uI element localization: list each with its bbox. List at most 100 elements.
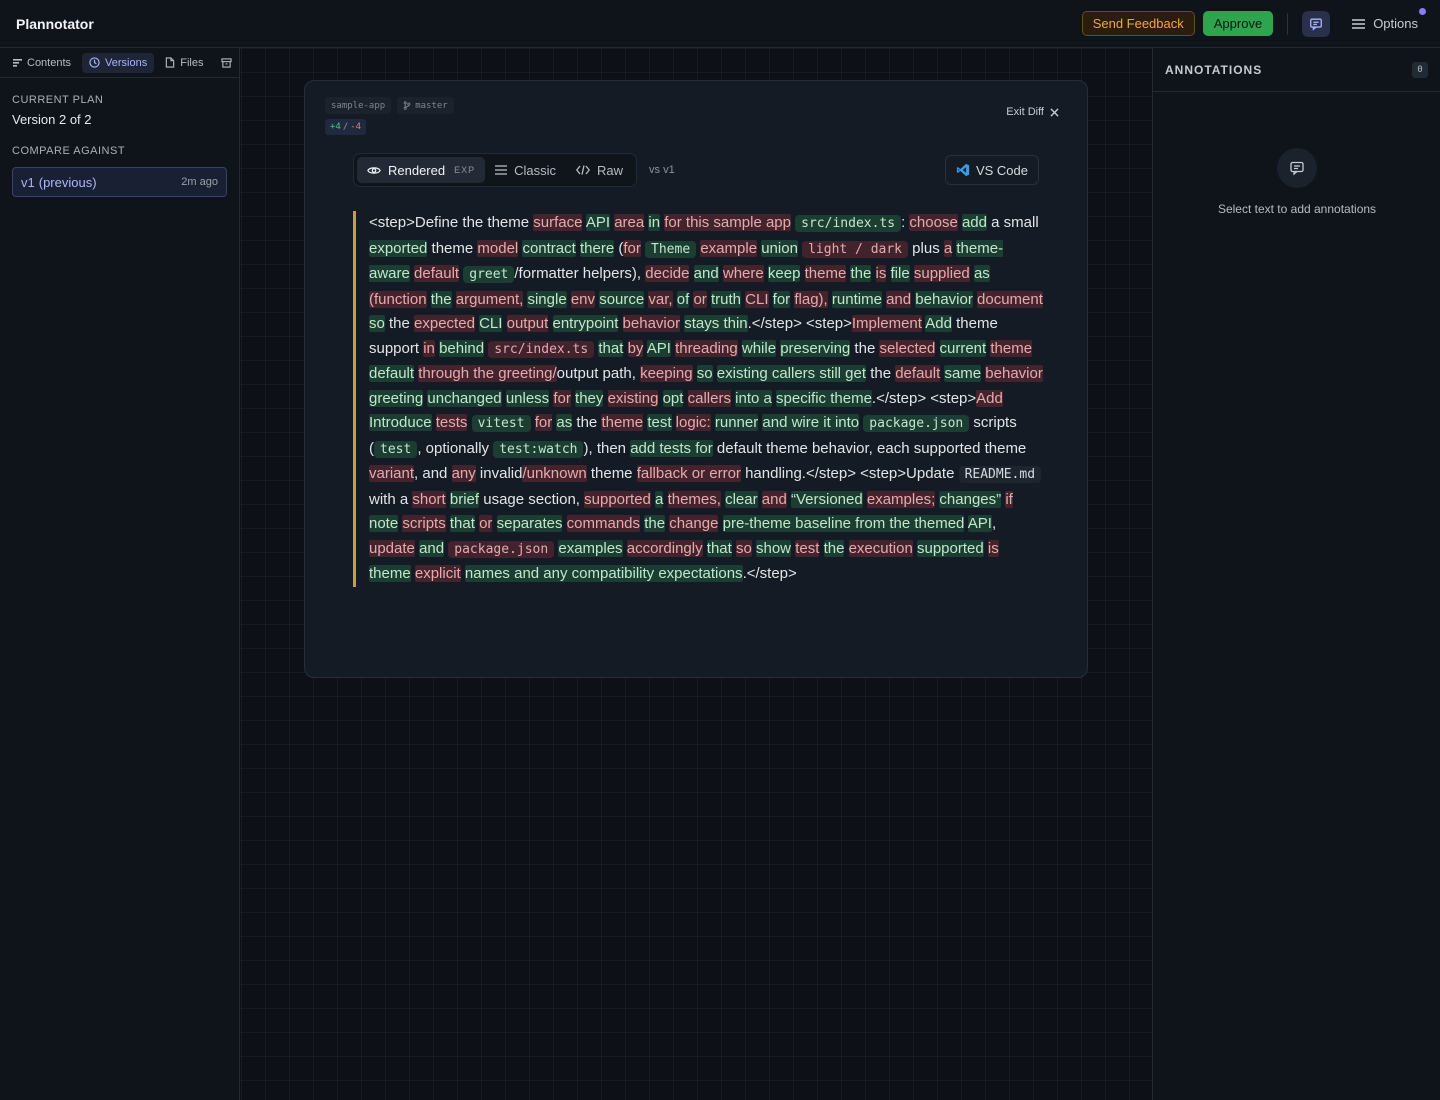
diff-insertion: runner — [714, 414, 759, 431]
diff-insertion: so — [696, 365, 713, 382]
comment-icon — [1310, 18, 1323, 31]
diff-insertion: names and any compatibility expectations — [464, 565, 743, 582]
diff-deletion-code: light / dark — [802, 240, 909, 258]
diff-deletion: var, — [648, 290, 673, 308]
diff-deletion: a — [943, 239, 953, 257]
diff-insertion: note — [369, 515, 399, 532]
diff-deletion: flag), — [794, 290, 828, 308]
diff-text: , and — [414, 465, 452, 482]
view-mode-rendered[interactable]: Rendered EXP — [357, 157, 486, 183]
diff-insertion: as — [556, 414, 573, 431]
diff-text — [800, 265, 804, 282]
tab-contents[interactable]: Contents — [6, 53, 78, 73]
diff-text: the — [866, 365, 896, 382]
diff-deletion: update — [369, 539, 415, 557]
current-plan-label: CURRENT PLAN — [12, 94, 104, 106]
approve-button[interactable]: Approve — [1202, 11, 1274, 36]
diff-deletion: theme — [601, 414, 644, 431]
diff-insertion-code: test — [374, 440, 418, 458]
diff-deletion: or — [479, 515, 493, 532]
diff-deletion: supported — [584, 490, 651, 508]
send-feedback-button[interactable]: Send Feedback — [1081, 11, 1195, 36]
diff-insertion: contract — [522, 239, 576, 257]
diff-text — [844, 540, 848, 557]
annotations-header: ANNOTATIONS 0 — [1153, 48, 1440, 92]
branch-name: master — [415, 100, 448, 111]
notification-dot — [1419, 8, 1426, 15]
header-actions: Send Feedback Approve Options — [1081, 8, 1426, 37]
diff-insertion: supported — [916, 539, 984, 557]
view-mode-classic[interactable]: Classic — [485, 157, 566, 183]
diff-insertion: “Versioned — [790, 490, 863, 508]
diff-insertion: separates — [496, 515, 563, 532]
diff-deletion: keeping — [640, 365, 693, 382]
inline-code: README.md — [958, 466, 1042, 483]
diff-deletion: if — [1005, 490, 1013, 508]
diff-insertion: as — [973, 265, 990, 282]
view-mode-label: Classic — [514, 162, 557, 178]
options-label: Options — [1373, 16, 1418, 31]
view-mode-label: Raw — [597, 162, 624, 178]
diff-deletion: for — [534, 414, 553, 431]
removed-count: -4 — [350, 122, 362, 132]
diff-insertion: the — [430, 290, 452, 308]
diff-deletion: for — [623, 239, 641, 257]
diff-insertion: they — [575, 389, 604, 407]
diff-deletion: existing — [607, 389, 659, 407]
diff-deletion: default — [414, 265, 460, 282]
diff-deletion: any — [451, 465, 476, 482]
diff-insertion: for — [772, 290, 791, 308]
diff-text: /formatter helpers), — [514, 265, 646, 282]
diff-deletion: for — [553, 389, 571, 407]
diff-insertion: test — [647, 414, 672, 431]
diff-deletion: decide — [645, 265, 690, 282]
diff-insertion-code: Theme — [645, 240, 697, 258]
diff-insertion: brief — [449, 490, 480, 508]
tab-versions[interactable]: Versions — [82, 52, 155, 73]
diff-deletion-code: package.json — [448, 540, 555, 558]
annotations-empty-state: Select text to add annotations — [1153, 148, 1440, 216]
diff-insertion: add — [961, 214, 987, 231]
diff-text — [871, 265, 875, 282]
tab-archive[interactable] — [214, 54, 239, 72]
diff-stat-badge: +4 / -4 — [325, 119, 367, 135]
menu-icon — [1352, 18, 1366, 29]
diff-deletion: scripts — [402, 515, 446, 532]
view-mode-raw[interactable]: Raw — [566, 157, 633, 183]
diff-deletion: behavior — [622, 315, 681, 332]
diff-text — [886, 265, 890, 282]
exit-diff-button[interactable]: Exit Diff — [1006, 106, 1059, 118]
diff-text: with a — [369, 490, 413, 508]
lines-icon — [495, 165, 508, 175]
diff-insertion: so — [369, 315, 385, 332]
compare-version-label: vs v1 — [649, 164, 675, 176]
annotations-toggle-button[interactable] — [1302, 10, 1331, 37]
open-vscode-button[interactable]: VS Code — [944, 155, 1039, 185]
diff-deletion: (function — [369, 290, 427, 308]
diff-deletion: accordingly — [626, 539, 703, 557]
diff-insertion: the — [850, 265, 872, 282]
diff-deletion: output — [506, 315, 549, 332]
current-plan-section: CURRENT PLAN Version 2 of 2 — [0, 94, 239, 127]
diff-deletion: choose — [909, 214, 958, 231]
diff-deletion: example — [700, 239, 758, 257]
diff-insertion: entrypoint — [552, 315, 619, 332]
options-button[interactable]: Options — [1338, 8, 1426, 31]
version-item-v1[interactable]: v1 (previous) 2m ago — [12, 167, 227, 197]
diff-insertion: API — [967, 515, 992, 532]
annotations-count: 0 — [1412, 61, 1428, 78]
diff-text — [502, 315, 506, 332]
diff-insertion: file — [890, 265, 910, 282]
diff-content: <step>Define the theme surface API area … — [353, 211, 1043, 587]
diff-insertion: changes” — [939, 490, 1002, 508]
diff-deletion: change — [669, 515, 719, 532]
diff-insertion: keep — [767, 265, 801, 282]
diff-text: the — [850, 339, 880, 357]
diff-text: plus — [908, 239, 944, 257]
diff-deletion: threading — [675, 339, 738, 357]
diff-text — [718, 515, 722, 532]
branch-chip: master — [397, 97, 454, 114]
view-mode-switcher: Rendered EXP Classic Raw — [353, 153, 638, 187]
version-time: 2m ago — [181, 176, 218, 188]
tab-files[interactable]: Files — [158, 53, 210, 73]
